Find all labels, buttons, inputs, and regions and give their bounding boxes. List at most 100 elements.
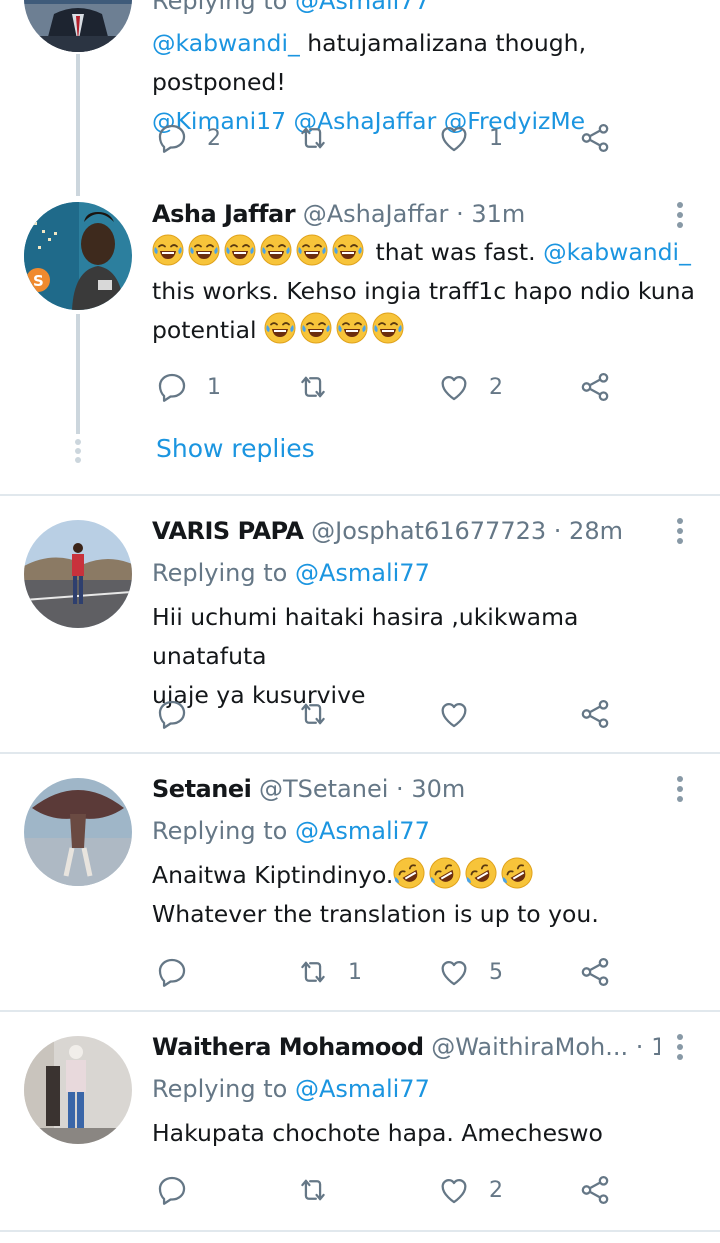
replying-to: Replying to @Asmali77 — [152, 0, 430, 16]
show-replies-link[interactable]: Show replies — [156, 434, 315, 463]
avatar[interactable]: S — [24, 202, 132, 310]
user-handle[interactable]: @AshaJaffar — [303, 200, 449, 228]
timestamp[interactable]: 30m — [411, 775, 465, 803]
reply-icon — [155, 121, 189, 155]
share-icon — [578, 1173, 612, 1207]
reply-button[interactable]: 1 — [155, 367, 221, 407]
tweet-actions: 1 2 — [0, 367, 720, 407]
like-count: 2 — [489, 374, 503, 400]
tweet-actions — [0, 694, 720, 734]
share-button[interactable] — [578, 694, 612, 734]
tweet-header: Asha Jaffar @AshaJaffar · 31m — [152, 200, 526, 228]
reply-count: 1 — [207, 374, 221, 400]
reply-button[interactable] — [155, 694, 207, 734]
svg-text:S: S — [33, 272, 44, 290]
replying-to-link[interactable]: @Asmali77 — [295, 1075, 430, 1103]
timestamp[interactable]: 15m — [651, 1033, 660, 1061]
share-button[interactable] — [578, 367, 612, 407]
retweet-button[interactable] — [296, 1170, 348, 1210]
like-button[interactable]: 2 — [437, 367, 503, 407]
mention-link[interactable]: @kabwandi_ — [152, 29, 300, 57]
retweet-button[interactable]: 1 — [296, 952, 362, 992]
like-button[interactable]: 5 — [437, 952, 503, 992]
like-button[interactable]: 1 — [437, 118, 503, 158]
tweet-header: Waithera Mohamood @WaithiraMoh... · 15m — [152, 1032, 660, 1062]
reply-button[interactable] — [155, 1170, 207, 1210]
tweet-text: Anaitwa Kiptindinyo. Whatever the transl… — [152, 856, 700, 934]
avatar[interactable] — [24, 0, 132, 52]
mention-link[interactable]: @kabwandi_ — [543, 238, 691, 266]
tears-of-joy-emoji — [332, 234, 364, 266]
user-handle[interactable]: @TSetanei — [259, 775, 388, 803]
replying-to-link[interactable]: @Asmali77 — [295, 817, 430, 845]
more-vertical-icon[interactable] — [668, 514, 692, 548]
user-handle[interactable]: @Josphat61677723 — [311, 517, 546, 545]
heart-icon — [437, 697, 471, 731]
like-count: 5 — [489, 959, 503, 985]
like-button[interactable]: 2 — [437, 1170, 503, 1210]
rolling-laughing-emoji — [429, 857, 461, 889]
reply-icon — [155, 697, 189, 731]
avatar[interactable] — [24, 520, 132, 628]
tweet-text: Hakupata chochote hapa. Amecheswo — [152, 1119, 603, 1147]
tears-of-joy-emoji — [296, 234, 328, 266]
retweet-icon — [296, 121, 330, 155]
share-button[interactable] — [578, 1170, 612, 1210]
tears-of-joy-emoji — [188, 234, 220, 266]
tears-of-joy-emoji — [224, 234, 256, 266]
avatar[interactable] — [24, 778, 132, 886]
replying-to: Replying to @Asmali77 — [152, 817, 430, 845]
avatar[interactable] — [24, 1036, 132, 1144]
tweet-actions: 2 — [0, 1170, 720, 1210]
like-button[interactable] — [437, 694, 489, 734]
replying-to-link[interactable]: @Asmali77 — [295, 559, 430, 587]
tweet-actions: 1 5 — [0, 952, 720, 992]
reply-count: 2 — [207, 125, 221, 151]
reply-button[interactable] — [155, 952, 207, 992]
tweet-0[interactable]: Replying to @Asmali77 @kabwandi_ hatujam… — [0, 0, 720, 196]
tweet-3[interactable]: Setanei @TSetanei · 30m Replying to @Asm… — [0, 754, 720, 1010]
heart-icon — [437, 1173, 471, 1207]
more-vertical-icon[interactable] — [668, 198, 692, 232]
share-icon — [578, 955, 612, 989]
replying-to: Replying to @Asmali77 — [152, 559, 430, 587]
retweet-button[interactable] — [296, 367, 348, 407]
retweet-icon — [296, 370, 330, 404]
retweet-button[interactable] — [296, 118, 348, 158]
tears-of-joy-emoji — [336, 312, 368, 344]
timestamp[interactable]: 28m — [569, 517, 623, 545]
timestamp[interactable]: 31m — [471, 200, 525, 228]
display-name[interactable]: Setanei — [152, 775, 252, 803]
replying-to-link[interactable]: @Asmali77 — [295, 0, 430, 15]
share-icon — [578, 370, 612, 404]
more-vertical-icon[interactable] — [668, 1030, 692, 1064]
like-count: 2 — [489, 1177, 503, 1203]
user-handle[interactable]: @WaithiraMoh... — [431, 1033, 628, 1061]
share-icon — [578, 697, 612, 731]
share-button[interactable] — [578, 118, 612, 158]
tears-of-joy-emoji — [260, 234, 292, 266]
tweet-actions: 2 1 — [0, 118, 720, 158]
retweet-icon — [296, 955, 330, 989]
retweet-count: 1 — [348, 959, 362, 985]
more-vertical-icon[interactable] — [668, 772, 692, 806]
display-name[interactable]: Waithera Mohamood — [152, 1033, 424, 1061]
heart-icon — [437, 121, 471, 155]
tears-of-joy-emoji — [152, 234, 184, 266]
tweet-header: Setanei @TSetanei · 30m — [152, 775, 466, 803]
replying-to: Replying to @Asmali77 — [152, 1075, 430, 1103]
tears-of-joy-emoji — [372, 312, 404, 344]
tweet-2[interactable]: VARIS PAPA @Josphat61677723 · 28m Replyi… — [0, 496, 720, 752]
share-button[interactable] — [578, 952, 612, 992]
heart-icon — [437, 955, 471, 989]
retweet-button[interactable] — [296, 694, 348, 734]
tweet-4[interactable]: Waithera Mohamood @WaithiraMoh... · 15m … — [0, 1012, 720, 1230]
tears-of-joy-emoji — [264, 312, 296, 344]
tweet-1[interactable]: S Asha Jaffar @AshaJaffar · 31m that was… — [0, 196, 720, 496]
display-name[interactable]: Asha Jaffar — [152, 200, 296, 228]
thread-dots — [74, 436, 82, 466]
reply-button[interactable]: 2 — [155, 118, 221, 158]
display-name[interactable]: VARIS PAPA — [152, 517, 304, 545]
heart-icon — [437, 370, 471, 404]
reply-icon — [155, 370, 189, 404]
